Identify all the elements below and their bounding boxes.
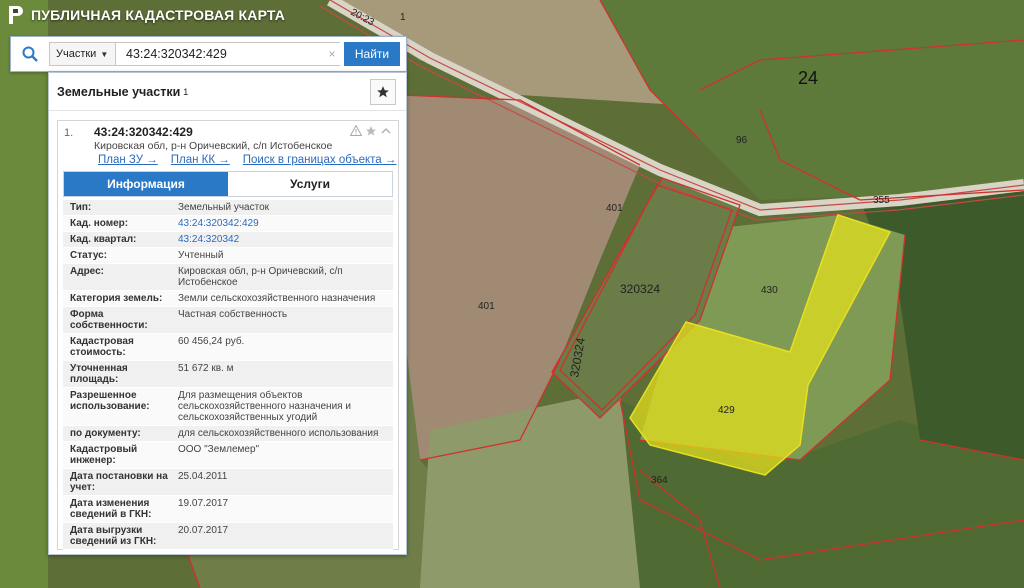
info-row-value: Частная собственность — [178, 309, 288, 320]
map-label-quarter-a: 320324 — [620, 282, 660, 296]
info-row-value: Земельный участок — [178, 202, 270, 213]
info-row: Дата изменения сведений в ГКН: 19.07.2017 — [63, 496, 393, 523]
info-row: Статус: Учтенный — [63, 248, 393, 264]
info-row-label: Адрес: — [70, 266, 104, 277]
info-row-value: 51 672 кв. м — [178, 363, 234, 374]
map-label-road-num: 1 — [400, 12, 406, 23]
info-row-label: по документу: — [70, 428, 141, 439]
info-row: Уточненная площадь: 51 672 кв. м — [63, 361, 393, 388]
info-row-label: Форма собственности: — [70, 309, 148, 331]
info-row-value: для сельскохозяйственного использования — [178, 428, 379, 439]
result-index: 1. — [64, 127, 74, 139]
search-bar: Участки ▼ × Найти — [10, 36, 407, 72]
info-row: по документу: для сельскохозяйственного и… — [63, 426, 393, 442]
find-button[interactable]: Найти — [344, 42, 400, 66]
info-row-label: Тип: — [70, 202, 92, 213]
info-row-label: Категория земель: — [70, 293, 163, 304]
tab-information[interactable]: Информация — [64, 172, 228, 196]
link-search-in-bounds[interactable]: Поиск в границах объекта → — [243, 154, 397, 166]
warning-icon[interactable] — [350, 125, 362, 136]
link-plan-kk[interactable]: План КК → — [171, 154, 230, 166]
info-row-link[interactable]: 43:24:320342 — [174, 232, 393, 247]
result-card[interactable]: 1. 43:24:320342:429 Кировская обл, р-н О… — [57, 120, 399, 550]
favorites-button[interactable] — [370, 79, 396, 105]
info-row: Форма собственности: Частная собственност… — [63, 307, 393, 334]
panel-title: Земельные участки — [57, 84, 181, 99]
info-row-label: Уточненная площадь: — [70, 363, 128, 385]
info-row-value: Для размещения объектов сельскохозяйстве… — [178, 390, 351, 423]
info-row: Кадастровый инженер: ООО "Землемер" — [63, 442, 393, 469]
result-address: Кировская обл, р-н Оричевский, с/п Истоб… — [94, 140, 333, 152]
rosreestr-logo-icon — [9, 6, 23, 24]
panel-header: Земельные участки 1 — [49, 73, 406, 111]
link-plan-zu[interactable]: План ЗУ → — [98, 154, 158, 166]
info-row: Разрешенное использование: Для размещения… — [63, 388, 393, 426]
star-icon[interactable] — [365, 125, 377, 137]
map-label-parcel-96: 96 — [736, 135, 748, 146]
info-row-value: Земли сельскохозяйственного назначения — [178, 293, 376, 304]
map-label-parcel-401-a: 401 — [606, 203, 623, 214]
info-row: Кад. номер: 43:24:320342:429 — [63, 216, 393, 232]
star-icon — [377, 86, 389, 98]
info-row-value: 25.04.2011 — [178, 471, 228, 482]
info-row-label: Кадастровая стоимость: — [70, 336, 134, 358]
search-input[interactable] — [116, 42, 340, 66]
info-row: Кад. квартал: 43:24:320342 — [63, 232, 393, 248]
info-row: Дата постановки на учет: 25.04.2011 — [63, 469, 393, 496]
info-row: Кадастровая стоимость: 60 456,24 руб. — [63, 334, 393, 361]
app-title: ПУБЛИЧНАЯ КАДАСТРОВАЯ КАРТА — [31, 7, 286, 23]
info-row-value: 20.07.2017 — [178, 525, 229, 536]
results-panel: Земельные участки 1 1. 43:24:320342:429 … — [48, 72, 407, 555]
info-row-label: Кад. номер: — [70, 218, 129, 229]
info-row-value: Кировская обл, р-н Оричевский, с/п Истоб… — [178, 266, 343, 288]
info-row-label: Кадастровый инженер: — [70, 444, 138, 466]
search-type-label: Участки — [56, 48, 97, 60]
info-row-value: 19.07.2017 — [178, 498, 229, 509]
info-row-label: Дата изменения сведений в ГКН: — [70, 498, 152, 520]
card-tools — [350, 125, 392, 137]
map-label-district: 24 — [798, 68, 818, 88]
info-row-value: 60 456,24 руб. — [178, 336, 245, 347]
info-row: Категория земель: Земли сельскохозяйствен… — [63, 291, 393, 307]
map-label-parcel-429: 429 — [718, 405, 735, 416]
info-row-label: Кад. квартал: — [70, 234, 137, 245]
card-tabs: Информация Услуги — [63, 171, 393, 197]
card-links: План ЗУ → План КК → Поиск в границах объ… — [98, 154, 396, 166]
info-row-label: Статус: — [70, 250, 108, 261]
clear-search-button[interactable]: × — [324, 42, 340, 66]
results-count: 1 — [183, 86, 189, 97]
info-row-label: Разрешенное использование: — [70, 390, 150, 412]
app-header: ПУБЛИЧНАЯ КАДАСТРОВАЯ КАРТА — [0, 0, 285, 30]
map-label-parcel-430: 430 — [761, 285, 778, 296]
search-type-dropdown[interactable]: Участки ▼ — [49, 42, 116, 66]
info-row-label: Дата выгрузки сведений из ГКН: — [70, 525, 157, 547]
chevron-up-icon[interactable] — [380, 125, 392, 137]
search-icon[interactable] — [11, 37, 49, 71]
info-row-label: Дата постановки на учет: — [70, 471, 168, 493]
info-row-link[interactable]: 43:24:320342:429 — [174, 216, 393, 231]
info-row-value: Учтенный — [178, 250, 224, 261]
info-row-value: ООО "Землемер" — [178, 444, 260, 455]
info-row: Дата выгрузки сведений из ГКН: 20.07.2017 — [63, 523, 393, 550]
info-row: Тип: Земельный участок — [63, 200, 393, 216]
map-label-parcel-364: 364 — [651, 475, 668, 486]
chevron-down-icon: ▼ — [100, 49, 109, 59]
info-row: Адрес: Кировская обл, р-н Оричевский, с/п… — [63, 264, 393, 291]
map-label-parcel-401-b: 401 — [478, 301, 495, 312]
info-table: Тип: Земельный участок Кад. номер: 43:24:32… — [63, 200, 393, 550]
tab-services[interactable]: Услуги — [228, 172, 392, 196]
result-cad-number[interactable]: 43:24:320342:429 — [94, 125, 193, 139]
map-label-parcel-355: 355 — [873, 195, 890, 206]
